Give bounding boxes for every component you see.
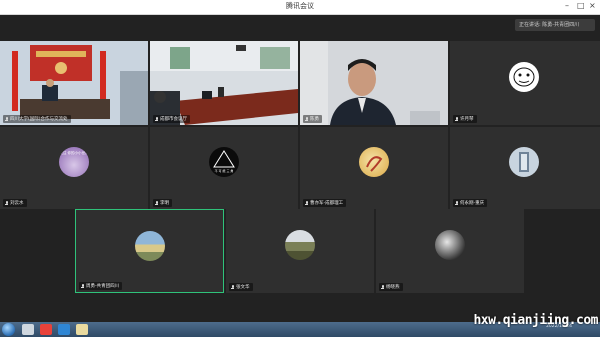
video-tile[interactable]: 许月琴 (450, 41, 600, 125)
video-tile[interactable]: 关注 你的小小世界 刘云水 (0, 127, 148, 209)
mic-icon (455, 200, 458, 206)
participant-nameplate: 何永刚-重庆 (453, 199, 488, 207)
participant-nameplate: 四川大学(国际)合作与交流处 (3, 115, 71, 123)
participant-nameplate: 许月琴 (453, 115, 477, 123)
mic-icon (155, 116, 158, 122)
art-avatar-icon (359, 147, 389, 177)
participant-name: 刘云水 (10, 201, 24, 206)
meme-avatar-icon (509, 62, 539, 92)
participant-name: 陈勇 (310, 117, 319, 122)
video-tile[interactable]: 不 可 能 三 角 李明 (150, 127, 298, 209)
participant-nameplate: 曹亦军-成都理工 (303, 199, 347, 207)
minimize-icon[interactable]: – (565, 1, 569, 10)
participant-name: 成都市会议厅 (160, 117, 187, 122)
window-avatar-icon (509, 147, 539, 177)
mic-icon (81, 283, 84, 289)
participant-name: 许月琴 (460, 117, 474, 122)
participant-name: 周勇-共青团四川 (86, 284, 120, 289)
video-tile[interactable]: 张文华 (226, 209, 374, 293)
speaking-toast: 正在讲话: 陈勇-共青团四川 (515, 19, 595, 31)
watermark-text: hxw.qianjiing.com (473, 313, 598, 328)
participant-nameplate: 杨晓燕 (379, 283, 403, 291)
video-tile[interactable]: 陈勇 (300, 41, 448, 125)
outdoor-avatar-icon (285, 230, 315, 260)
participant-name: 张文华 (236, 285, 250, 290)
video-tile[interactable]: 何永刚-重庆 (450, 127, 600, 209)
participant-name: 何永刚-重庆 (460, 201, 485, 206)
purple-avatar-icon: 关注 你的小小世界 (59, 147, 89, 177)
participant-nameplate: 周勇-共青团四川 (79, 282, 123, 290)
close-icon[interactable]: × (589, 1, 596, 10)
speaking-text: 正在讲话: 陈勇-共青团四川 (519, 22, 580, 28)
mic-icon (231, 284, 234, 290)
video-tile[interactable]: 四川大学(国际)合作与交流处 (0, 41, 148, 125)
participant-name: 李明 (160, 201, 169, 206)
participant-nameplate: 成都市会议厅 (153, 115, 190, 123)
triangle-avatar-icon: 不 可 能 三 角 (209, 147, 239, 177)
participant-name: 曹亦军-成都理工 (310, 201, 344, 206)
meeting-hall-video (150, 41, 298, 125)
mic-icon (5, 200, 8, 206)
speaker-video (300, 41, 448, 125)
window-title: 腾讯会议 (286, 2, 314, 10)
participant-name: 四川大学(国际)合作与交流处 (10, 117, 68, 122)
mic-icon (305, 116, 308, 122)
conference-room-video (0, 41, 148, 125)
meeting-app-icon[interactable] (58, 324, 70, 335)
participant-nameplate: 刘云水 (3, 199, 27, 207)
avatar-caption: 关注 你的小小世界 (59, 151, 89, 155)
video-tile[interactable]: 曹亦军-成都理工 (300, 127, 448, 209)
mic-icon (155, 200, 158, 206)
participant-name: 杨晓燕 (386, 285, 400, 290)
mono-avatar-icon (435, 230, 465, 260)
avatar-caption: 不 可 能 三 角 (214, 169, 234, 173)
video-tile-speaking[interactable]: 周勇-共青团四川 (75, 209, 224, 293)
mic-icon (455, 116, 458, 122)
mic-icon (381, 284, 384, 290)
participant-nameplate: 陈勇 (303, 115, 322, 123)
maximize-icon[interactable]: □ (577, 1, 585, 10)
participant-nameplate: 李明 (153, 199, 172, 207)
mic-icon (305, 200, 308, 206)
title-bar: 腾讯会议 – □ × (0, 0, 600, 15)
video-tile[interactable]: 成都市会议厅 (150, 41, 298, 125)
landscape-avatar-icon (135, 231, 165, 261)
wps-icon[interactable] (40, 324, 52, 335)
folder-icon[interactable] (76, 324, 88, 335)
file-explorer-icon[interactable] (22, 324, 34, 335)
mic-icon (5, 116, 8, 122)
video-tile[interactable]: 杨晓燕 (376, 209, 524, 293)
start-button[interactable] (2, 323, 15, 336)
participant-nameplate: 张文华 (229, 283, 253, 291)
